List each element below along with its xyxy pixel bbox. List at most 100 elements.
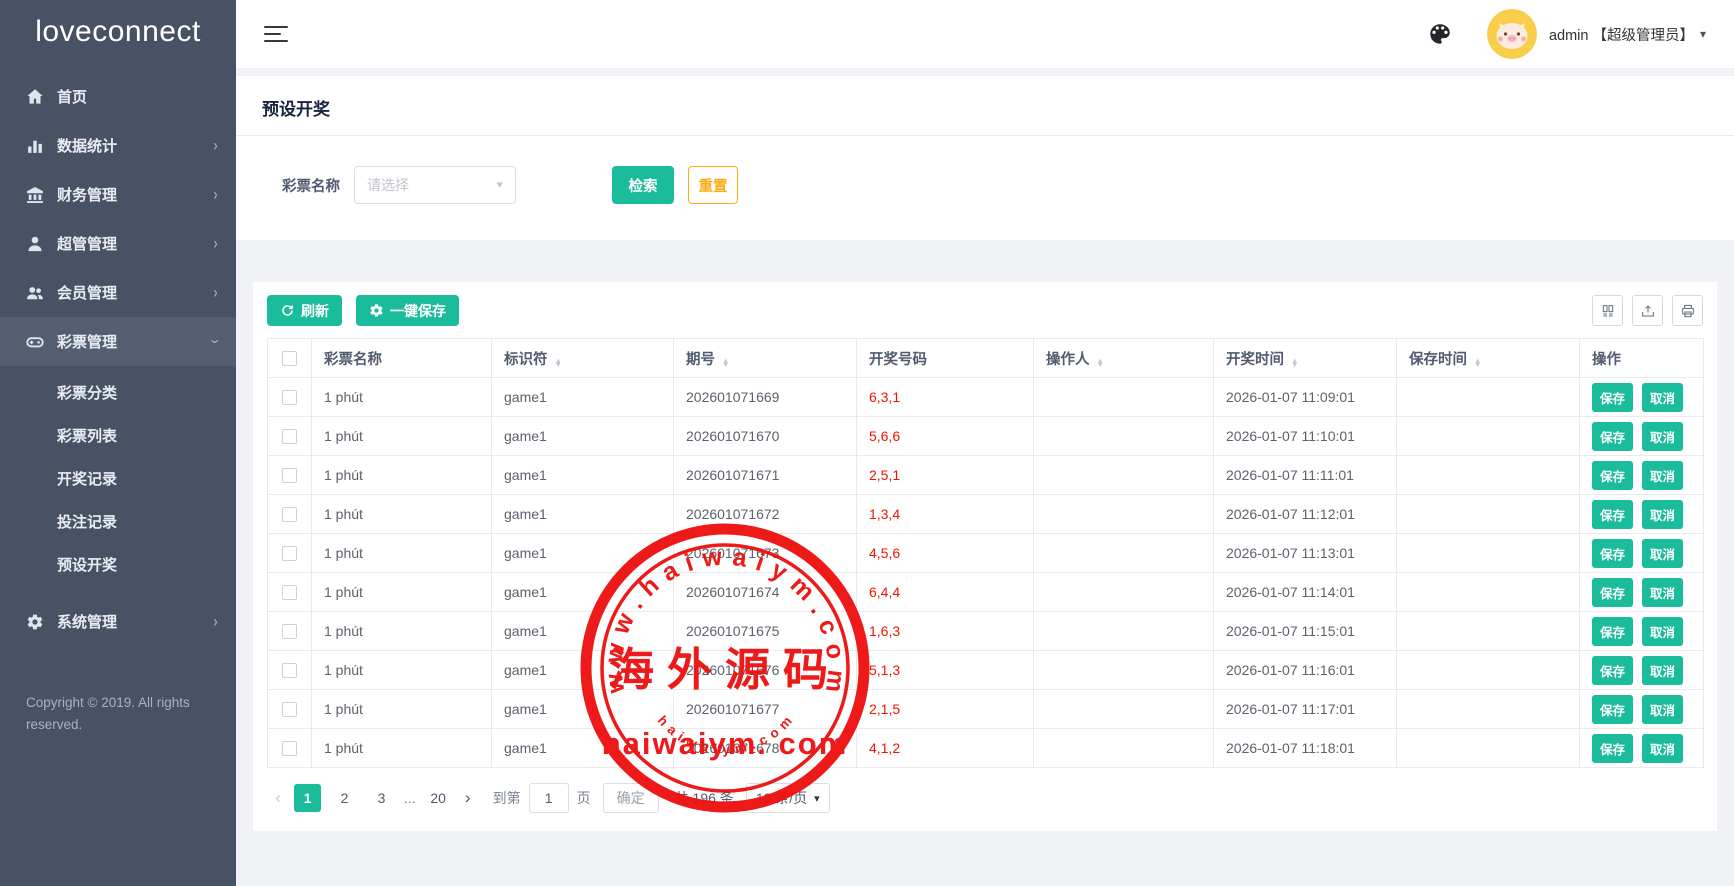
sort-icon[interactable]: ▲▼: [1097, 359, 1104, 368]
row-save-button[interactable]: 保存: [1592, 422, 1633, 451]
row-save-button[interactable]: 保存: [1592, 461, 1633, 490]
export-button[interactable]: [1632, 295, 1663, 326]
row-checkbox[interactable]: [282, 741, 297, 756]
select-all-checkbox[interactable]: [282, 351, 297, 366]
row-checkbox[interactable]: [282, 702, 297, 717]
row-checkbox[interactable]: [282, 546, 297, 561]
row-cancel-button[interactable]: 取消: [1642, 539, 1683, 568]
table-row: 1 phút game1 202601071674 6,4,4 2026-01-…: [268, 573, 1704, 612]
sort-icon[interactable]: ▲▼: [1291, 359, 1298, 368]
cell-operator: [1034, 612, 1214, 651]
sidebar-item-members[interactable]: 会员管理 ›: [0, 268, 236, 317]
sidebar-item-statistics[interactable]: 数据统计 ›: [0, 121, 236, 170]
sidebar-item-lottery-list[interactable]: 彩票列表: [0, 415, 236, 458]
select-caret-icon: ▼: [494, 180, 505, 190]
goto-page-input[interactable]: [529, 783, 569, 813]
row-save-button[interactable]: 保存: [1592, 734, 1633, 763]
save-all-button[interactable]: 一键保存: [356, 295, 459, 326]
user-avatar[interactable]: [1487, 9, 1537, 59]
page-number[interactable]: 20: [425, 784, 452, 812]
column-header-draw-time[interactable]: 开奖时间▲▼: [1214, 339, 1397, 378]
refresh-icon: [280, 303, 295, 318]
row-save-button[interactable]: 保存: [1592, 617, 1633, 646]
page-number[interactable]: 1: [294, 784, 321, 812]
cell-operator: [1034, 378, 1214, 417]
theme-palette-icon[interactable]: [1427, 21, 1453, 47]
cell-issue: 202601071675: [674, 612, 857, 651]
row-save-button[interactable]: 保存: [1592, 695, 1633, 724]
row-save-button[interactable]: 保存: [1592, 656, 1633, 685]
cell-operator: [1034, 417, 1214, 456]
sidebar-item-preset-draw[interactable]: 预设开奖: [0, 544, 236, 587]
row-cancel-button[interactable]: 取消: [1642, 617, 1683, 646]
cell-code: game1: [492, 378, 674, 417]
sidebar-item-bet-records[interactable]: 投注记录: [0, 501, 236, 544]
prev-page-icon[interactable]: ‹: [267, 788, 289, 808]
table-row: 1 phút game1 202601071669 6,3,1 2026-01-…: [268, 378, 1704, 417]
sidebar-item-draw-records[interactable]: 开奖记录: [0, 458, 236, 501]
column-header-numbers: 开奖号码: [857, 339, 1034, 378]
row-cancel-button[interactable]: 取消: [1642, 461, 1683, 490]
lottery-submenu: 彩票分类 彩票列表 开奖记录 投注记录 预设开奖: [0, 366, 236, 597]
menu-toggle-icon[interactable]: [264, 21, 288, 47]
main-area: admin 【超级管理员】 ▾ 预设开奖 彩票名称 请选择 ▼ 检索 重置 刷新…: [236, 0, 1734, 831]
cell-issue: 202601071678: [674, 729, 857, 768]
cell-draw-time: 2026-01-07 11:16:01: [1214, 651, 1397, 690]
column-header-operator[interactable]: 操作人▲▼: [1034, 339, 1214, 378]
row-checkbox[interactable]: [282, 468, 297, 483]
row-cancel-button[interactable]: 取消: [1642, 578, 1683, 607]
page-number[interactable]: 3: [368, 784, 395, 812]
chevron-right-icon: ›: [214, 185, 218, 204]
row-checkbox[interactable]: [282, 663, 297, 678]
sidebar-item-superadmin[interactable]: 超管管理 ›: [0, 219, 236, 268]
row-checkbox[interactable]: [282, 624, 297, 639]
row-save-button[interactable]: 保存: [1592, 578, 1633, 607]
row-cancel-button[interactable]: 取消: [1642, 734, 1683, 763]
row-save-button[interactable]: 保存: [1592, 539, 1633, 568]
cell-numbers: 5,6,6: [857, 417, 1034, 456]
sort-icon[interactable]: ▲▼: [555, 359, 562, 368]
row-cancel-button[interactable]: 取消: [1642, 695, 1683, 724]
sidebar-item-lottery-category[interactable]: 彩票分类: [0, 372, 236, 415]
next-page-icon[interactable]: ›: [457, 788, 479, 808]
row-cancel-button[interactable]: 取消: [1642, 383, 1683, 412]
user-icon: [26, 235, 44, 253]
username-label[interactable]: admin 【超级管理员】: [1549, 24, 1694, 45]
per-page-select[interactable]: 10 条/页 ▾: [746, 783, 830, 813]
cell-issue: 202601071672: [674, 495, 857, 534]
sidebar-item-lottery[interactable]: 彩票管理 ›: [0, 317, 236, 366]
sidebar-item-label: 数据统计: [57, 135, 117, 156]
page-number[interactable]: 2: [331, 784, 358, 812]
sort-icon[interactable]: ▲▼: [722, 359, 729, 368]
user-dropdown-caret-icon[interactable]: ▾: [1700, 27, 1706, 41]
row-checkbox[interactable]: [282, 507, 297, 522]
search-button[interactable]: 检索: [612, 166, 674, 204]
cell-save-time: [1397, 573, 1580, 612]
lottery-name-select[interactable]: 请选择 ▼: [354, 166, 516, 204]
sidebar-item-finance[interactable]: 财务管理 ›: [0, 170, 236, 219]
cell-draw-time: 2026-01-07 11:13:01: [1214, 534, 1397, 573]
row-checkbox[interactable]: [282, 585, 297, 600]
page-unit-label: 页: [577, 788, 591, 808]
row-checkbox[interactable]: [282, 390, 297, 405]
column-header-save-time[interactable]: 保存时间▲▼: [1397, 339, 1580, 378]
row-cancel-button[interactable]: 取消: [1642, 500, 1683, 529]
row-save-button[interactable]: 保存: [1592, 500, 1633, 529]
row-cancel-button[interactable]: 取消: [1642, 656, 1683, 685]
cell-numbers: 5,1,3: [857, 651, 1034, 690]
sort-icon[interactable]: ▲▼: [1474, 359, 1481, 368]
reset-button[interactable]: 重置: [688, 166, 738, 204]
refresh-button[interactable]: 刷新: [267, 295, 342, 326]
row-save-button[interactable]: 保存: [1592, 383, 1633, 412]
print-button[interactable]: [1672, 295, 1703, 326]
column-header-issue[interactable]: 期号▲▼: [674, 339, 857, 378]
row-cancel-button[interactable]: 取消: [1642, 422, 1683, 451]
cell-draw-time: 2026-01-07 11:10:01: [1214, 417, 1397, 456]
column-header-code[interactable]: 标识符▲▼: [492, 339, 674, 378]
goto-confirm-button[interactable]: 确定: [603, 783, 659, 813]
row-checkbox[interactable]: [282, 429, 297, 444]
sidebar-item-home[interactable]: 首页: [0, 72, 236, 121]
sidebar-item-system[interactable]: 系统管理 ›: [0, 597, 236, 646]
columns-settings-button[interactable]: [1592, 295, 1623, 326]
cell-issue: 202601071673: [674, 534, 857, 573]
